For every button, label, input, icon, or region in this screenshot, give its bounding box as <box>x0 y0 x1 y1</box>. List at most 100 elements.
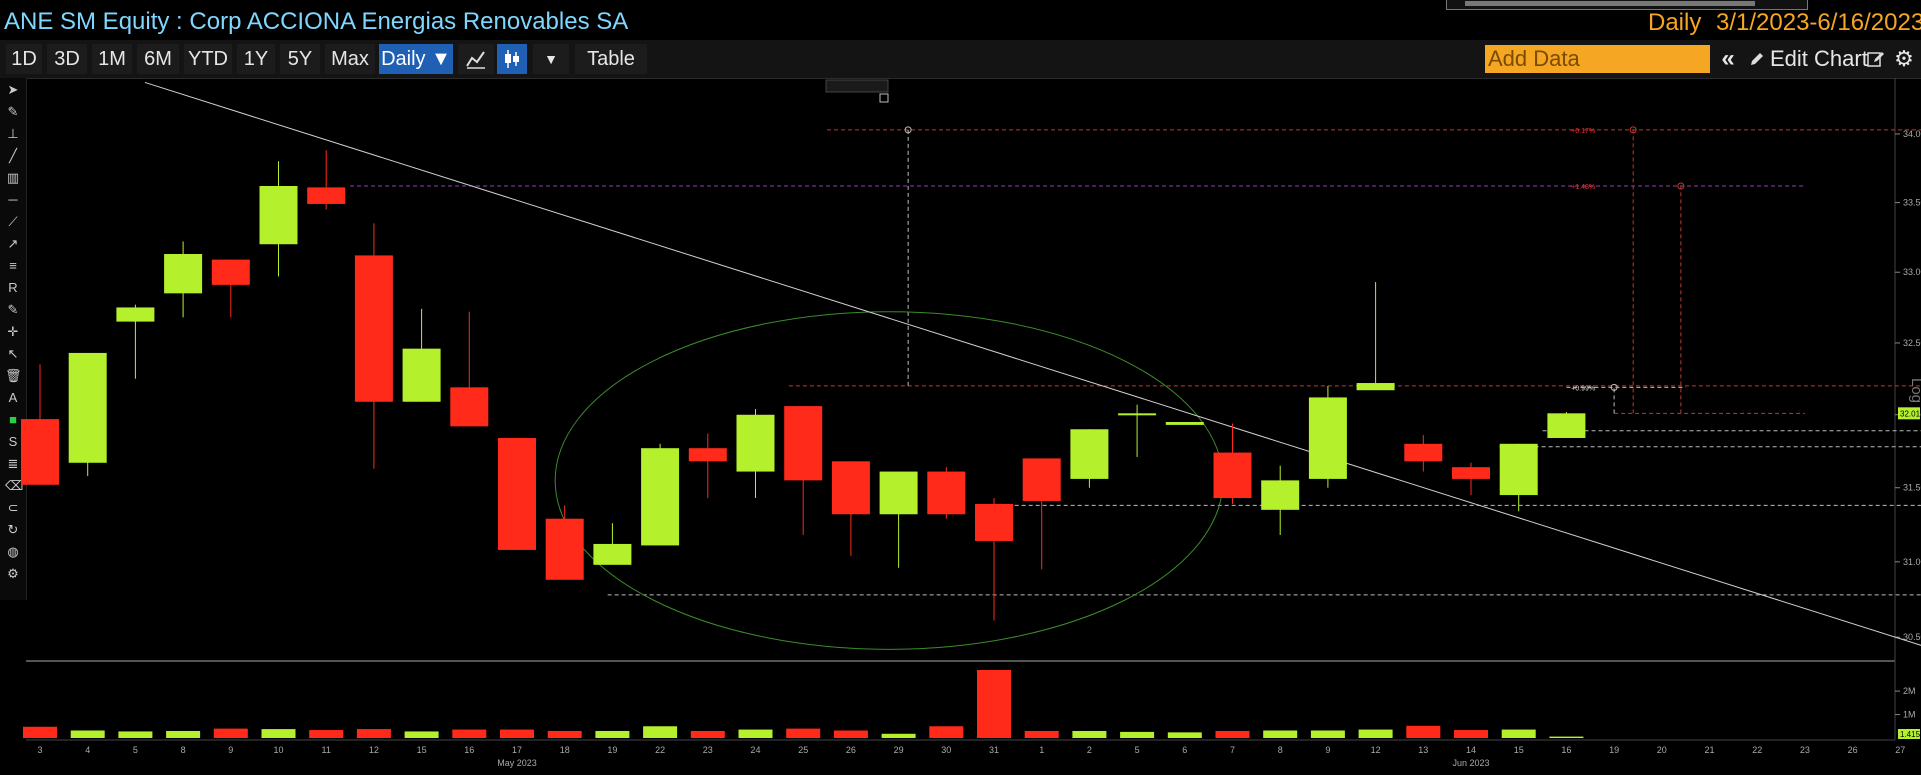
volume-bar <box>1549 736 1584 738</box>
candle-body <box>1213 452 1252 499</box>
candle-body <box>1118 413 1157 416</box>
volume-bar <box>166 730 201 738</box>
collapse-icon[interactable]: « <box>1716 44 1740 74</box>
candle-body <box>927 471 966 515</box>
volume-tick-label: 2M <box>1903 686 1916 696</box>
gear-icon[interactable]: ⚙ <box>1892 44 1916 74</box>
volume-bar <box>929 726 964 738</box>
title-bar: ANE SM Equity : Corp ACCIONA Energias Re… <box>0 0 1921 40</box>
pencil-icon[interactable] <box>1745 44 1769 74</box>
volume-bar <box>309 730 344 738</box>
y-tick-label: 34.00 <box>1903 129 1921 139</box>
x-tick-label: 27 <box>1895 745 1905 755</box>
candlestick-icon[interactable] <box>497 44 527 74</box>
period-1d-button[interactable]: 1D <box>6 44 42 74</box>
x-tick-label: 15 <box>1514 745 1524 755</box>
dropdown-icon[interactable]: ▼ <box>533 44 569 74</box>
y-tick-label: 31.00 <box>1903 557 1921 567</box>
period-1y-button[interactable]: 1Y <box>237 44 275 74</box>
x-tick-label: 26 <box>1848 745 1858 755</box>
candle-body <box>784 406 823 481</box>
x-tick-label: 15 <box>417 745 427 755</box>
candle-body <box>354 255 393 402</box>
candle-body <box>307 187 346 204</box>
x-tick-label: 13 <box>1418 745 1428 755</box>
x-tick-label: 4 <box>85 745 90 755</box>
x-tick-label: 19 <box>1609 745 1619 755</box>
frequency-dropdown[interactable]: Daily ▼ <box>379 44 453 74</box>
volume-bar <box>833 730 868 738</box>
volume-bar <box>1263 730 1298 738</box>
candle-body <box>1070 429 1109 479</box>
period-6m-button[interactable]: 6M <box>137 44 179 74</box>
frequency-label: Daily <box>1648 9 1702 36</box>
volume-bar <box>1454 730 1488 738</box>
x-tick-label: 2 <box>1087 745 1092 755</box>
x-tick-label: 21 <box>1704 745 1714 755</box>
x-tick-label: 30 <box>941 745 951 755</box>
volume-bar <box>1024 730 1059 738</box>
candle-body <box>641 448 680 546</box>
volume-bar <box>1358 729 1393 738</box>
volume-bar <box>595 730 630 738</box>
x-tick-label: 6 <box>1182 745 1187 755</box>
candle-body <box>164 254 203 294</box>
last-price-label: 32.01 <box>1900 409 1921 418</box>
x-tick-label: 26 <box>846 745 856 755</box>
candle-body <box>975 503 1013 541</box>
period-ytd-button[interactable]: YTD <box>184 44 232 74</box>
x-tick-label: 23 <box>703 745 713 755</box>
volume-bar <box>1406 725 1441 738</box>
volume-bar <box>690 730 725 738</box>
candle-body <box>1165 422 1204 425</box>
x-tick-label: 7 <box>1230 745 1235 755</box>
volume-bar <box>643 726 678 738</box>
candle-body <box>1404 443 1443 462</box>
period-3d-button[interactable]: 3D <box>47 44 87 74</box>
volume-bar <box>547 730 582 738</box>
x-tick-label: 9 <box>1325 745 1330 755</box>
volume-bar <box>356 729 391 738</box>
edit-chart-button[interactable]: Edit Chart <box>1770 44 1870 74</box>
period-5y-button[interactable]: 5Y <box>280 44 320 74</box>
y-tick-label: 32.50 <box>1903 338 1921 348</box>
candle-body <box>593 543 632 565</box>
volume-bar <box>500 729 534 738</box>
line-chart-icon[interactable] <box>458 44 494 74</box>
date-range[interactable]: 3/1/2023-6/16/2023 <box>1716 9 1921 37</box>
candle-body <box>831 461 870 515</box>
edit-icon[interactable] <box>1864 44 1888 74</box>
period-max-button[interactable]: Max <box>325 44 375 74</box>
x-tick-label: 16 <box>1561 745 1571 755</box>
add-data-input[interactable]: Add Data <box>1485 45 1710 73</box>
volume-bar <box>1501 729 1536 738</box>
measure-label: +0.99% <box>1571 385 1595 392</box>
volume-bar <box>977 670 1011 738</box>
annotation-mini-toolbar <box>825 79 889 93</box>
measure-label: +0.17% <box>1571 128 1595 135</box>
candle-body <box>1308 397 1347 479</box>
scroll-thumb[interactable] <box>1465 1 1755 6</box>
x-tick-label: 24 <box>750 745 760 755</box>
candle-body <box>211 259 250 285</box>
month-label: May 2023 <box>497 758 537 768</box>
period-1m-button[interactable]: 1M <box>92 44 132 74</box>
price-chart[interactable]: 30.5031.0031.5032.0032.5033.0033.5034.00… <box>0 78 1921 775</box>
candle-body <box>68 352 107 463</box>
x-tick-label: 10 <box>273 745 283 755</box>
x-tick-label: 29 <box>894 745 904 755</box>
volume-bar <box>1167 732 1202 738</box>
x-tick-label: 3 <box>37 745 42 755</box>
x-tick-label: 18 <box>560 745 570 755</box>
table-button[interactable]: Table <box>575 44 647 74</box>
x-tick-label: 22 <box>655 745 665 755</box>
chart-toolbar: 1D 3D 1M 6M YTD 1Y 5Y Max Daily ▼ ▼ Tabl… <box>0 40 1921 79</box>
candle-body <box>402 348 441 402</box>
volume-bar <box>404 731 439 738</box>
volume-bar <box>1072 730 1107 738</box>
volume-bar <box>1310 730 1345 738</box>
candle-body <box>1356 383 1395 391</box>
candle-body <box>879 471 918 515</box>
candle-body <box>1022 458 1061 501</box>
y-tick-label: 31.50 <box>1903 483 1921 493</box>
